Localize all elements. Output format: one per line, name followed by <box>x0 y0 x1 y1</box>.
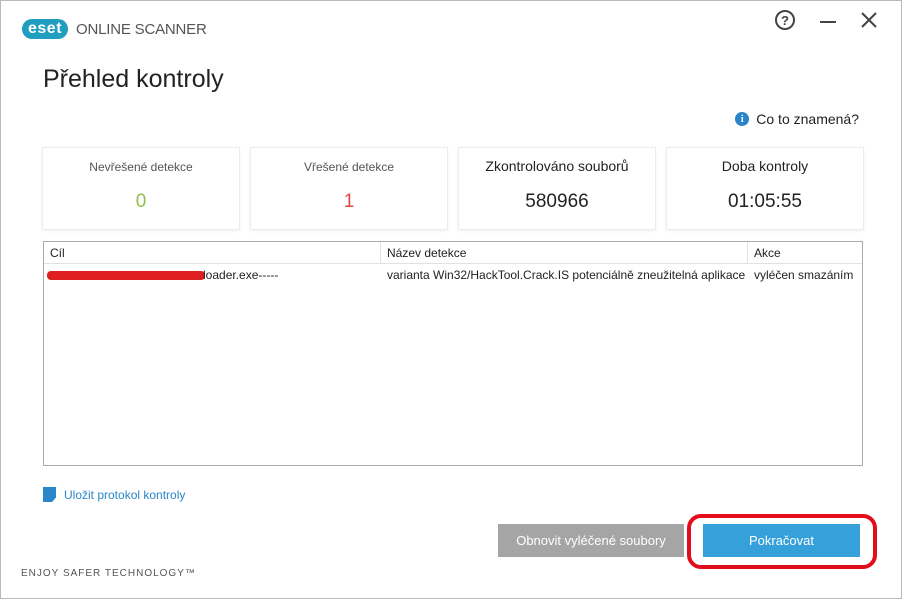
cell-detection-name: varianta Win32/HackTool.Crack.IS potenci… <box>387 268 746 282</box>
summary-cards: Nevřešené detekce 0 Vřešené detekce 1 Zk… <box>43 148 863 229</box>
whats-this-label: Co to znamená? <box>756 111 859 127</box>
product-name: ONLINE SCANNER <box>76 20 207 38</box>
target-path: loader.exe----- <box>203 268 279 282</box>
card-label: Zkontrolováno souborů <box>485 158 629 174</box>
scanner-window: eset ONLINE SCANNER ? Přehled kontroly i… <box>0 0 902 599</box>
help-button[interactable]: ? <box>772 7 798 33</box>
close-icon <box>861 12 877 28</box>
save-log-link[interactable]: Uložit protokol kontroly <box>43 487 185 502</box>
eset-logo-badge: eset <box>22 19 69 39</box>
save-log-label: Uložit protokol kontroly <box>64 487 186 502</box>
card-unresolved: Nevřešené detekce 0 <box>43 148 239 229</box>
eset-logo: eset ONLINE SCANNER <box>22 18 207 40</box>
column-header-detection-name[interactable]: Název detekce <box>381 242 748 263</box>
footer-tagline: ENJOY SAFER TECHNOLOGY™ <box>21 568 196 579</box>
card-value: 0 <box>135 191 147 212</box>
table-row[interactable]: loader.exe----- varianta Win32/HackTool.… <box>44 264 862 286</box>
redaction-mark <box>47 271 205 281</box>
cell-action: vyléčen smazáním <box>754 268 854 282</box>
card-value: 1 <box>343 191 355 212</box>
info-icon: i <box>735 112 750 126</box>
page-title: Přehled kontroly <box>43 65 224 93</box>
help-icon: ? <box>775 10 795 30</box>
card-label: Doba kontroly <box>721 158 809 174</box>
card-resolved: Vřešené detekce 1 <box>251 148 447 229</box>
card-label: Vřešené detekce <box>303 160 395 174</box>
whats-this-link[interactable]: i Co to znamená? <box>735 111 859 127</box>
card-value: 580966 <box>525 191 589 212</box>
card-label: Nevřešené detekce <box>89 160 193 174</box>
column-header-action[interactable]: Akce <box>748 242 862 263</box>
column-header-target[interactable]: Cíl <box>44 242 381 263</box>
minimize-button[interactable] <box>815 7 841 33</box>
close-button[interactable] <box>856 7 882 33</box>
cell-target: loader.exe----- <box>44 268 381 282</box>
save-icon <box>43 487 56 502</box>
card-files-scanned: Zkontrolováno souborů 580966 <box>459 148 655 229</box>
detections-table[interactable]: Cíl Název detekce Akce loader.exe----- v… <box>43 241 863 466</box>
table-header: Cíl Název detekce Akce <box>44 242 862 264</box>
continue-button[interactable]: Pokračovat <box>703 524 860 557</box>
card-value: 01:05:55 <box>728 191 802 212</box>
minimize-icon <box>820 21 836 23</box>
restore-files-button[interactable]: Obnovit vyléčené soubory <box>498 524 684 557</box>
card-scan-duration: Doba kontroly 01:05:55 <box>667 148 863 229</box>
